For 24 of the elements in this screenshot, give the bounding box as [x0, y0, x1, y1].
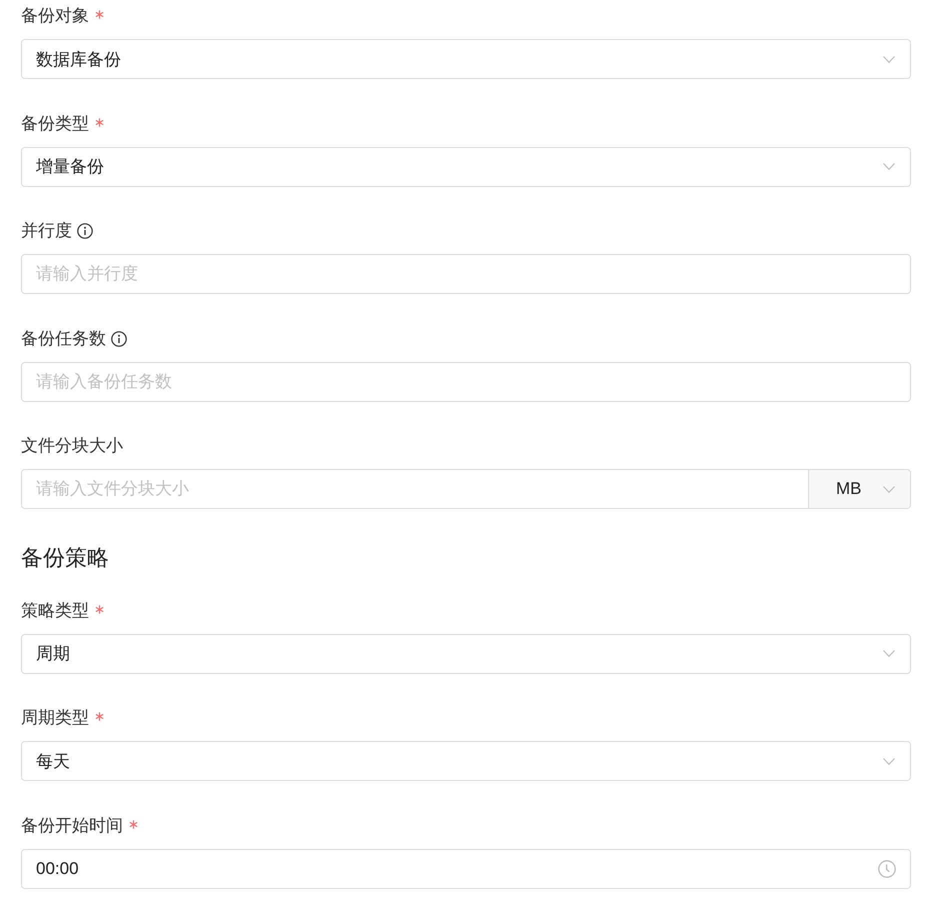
section-title: 备份策略: [21, 544, 110, 572]
input-field[interactable]: 请输入备份任务数: [21, 362, 911, 402]
clock-icon: [878, 860, 896, 878]
field-label: 备份对象: [21, 5, 89, 27]
select-field[interactable]: 增量备份: [21, 146, 911, 186]
chevron-down-icon: [883, 486, 895, 492]
field-label: 备份类型: [21, 112, 89, 134]
chevron-down-icon: [883, 758, 895, 764]
input-field[interactable]: 请输入并行度: [21, 254, 911, 294]
field-label: 文件分块大小: [21, 435, 123, 457]
chevron-down-icon: [883, 163, 895, 170]
unit-select[interactable]: MB: [809, 469, 911, 509]
field-label: 并行度: [21, 220, 72, 242]
select-field[interactable]: 数据库备份: [21, 39, 911, 79]
field-label: 备份任务数: [21, 328, 106, 350]
select-field[interactable]: 周期: [21, 634, 911, 674]
field-label: 策略类型: [21, 600, 89, 622]
chevron-down-icon: [883, 650, 895, 657]
time-field[interactable]: 00:00: [21, 848, 911, 888]
chevron-down-icon: [883, 56, 895, 62]
input-field[interactable]: 请输入文件分块大小: [21, 469, 809, 509]
select-field[interactable]: 每天: [21, 741, 911, 781]
field-label: 备份开始时间: [21, 814, 123, 836]
field-label: 周期类型: [21, 707, 89, 729]
